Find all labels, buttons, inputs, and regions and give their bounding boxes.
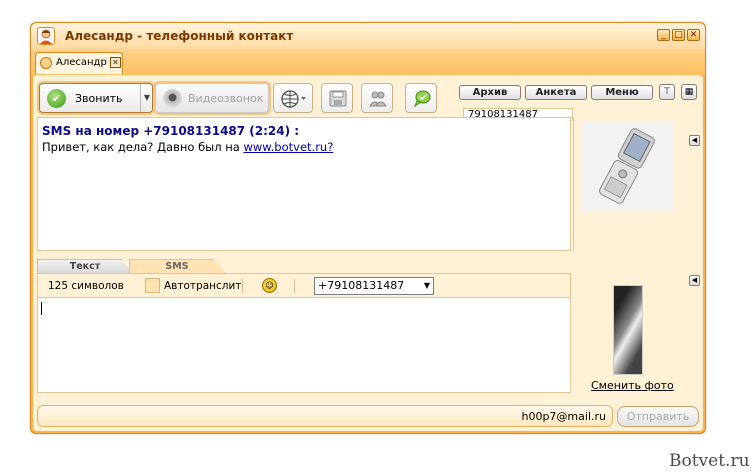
globe-icon bbox=[281, 90, 306, 108]
menu-button[interactable]: Меню bbox=[591, 85, 653, 100]
profile-button[interactable]: Анкета bbox=[525, 85, 587, 100]
message-link[interactable]: www.botvet.ru? bbox=[243, 140, 333, 154]
mobile-phone-image bbox=[581, 121, 673, 211]
close-button[interactable]: ✕ bbox=[687, 29, 700, 41]
message-history[interactable]: SMS на номер +79108131487 (2:24) : Приве… bbox=[37, 117, 571, 251]
chevron-down-icon: ▼ bbox=[423, 281, 430, 290]
phone-number-select[interactable]: +79108131487 ▼ bbox=[314, 277, 434, 295]
tab-close-icon[interactable]: ✕ bbox=[110, 57, 121, 68]
save-button[interactable] bbox=[321, 83, 353, 113]
translit-label: Автотранслит bbox=[164, 280, 242, 292]
message-text: Привет, как дела? Давно был на bbox=[42, 140, 244, 154]
maximize-button[interactable]: □ bbox=[672, 29, 685, 41]
title-bar[interactable]: Алесандр - телефонный контакт _ □ ✕ bbox=[31, 23, 705, 49]
watermark: Botvet.ru bbox=[669, 451, 750, 471]
tab-strip: Алесандр ✕ bbox=[31, 49, 705, 75]
chevron-down-icon[interactable]: ▼ bbox=[140, 84, 153, 112]
tab-sms[interactable]: SMS bbox=[129, 259, 225, 273]
input-tabs: Текст SMS bbox=[37, 259, 571, 273]
phone-select-value: +79108131487 bbox=[318, 279, 405, 292]
save-icon bbox=[329, 90, 347, 107]
webcam-icon bbox=[163, 89, 182, 108]
text-caret bbox=[41, 302, 42, 315]
archive-button[interactable]: Архив bbox=[459, 85, 521, 100]
separator bbox=[242, 279, 243, 293]
separator bbox=[294, 279, 295, 293]
contact-avatar-icon bbox=[37, 27, 55, 45]
message-body: Привет, как дела? Давно был на www.botve… bbox=[42, 140, 333, 154]
smiley-icon[interactable]: ☺ bbox=[262, 278, 277, 293]
call-button-label: Звонить bbox=[75, 92, 123, 105]
tab-text[interactable]: Текст bbox=[37, 259, 133, 273]
translit-checkbox[interactable] bbox=[145, 278, 160, 293]
window-title: Алесандр - телефонный контакт bbox=[65, 29, 294, 43]
call-button[interactable]: ✔ Звонить ▼ bbox=[39, 83, 153, 113]
change-photo-link[interactable]: Сменить фото bbox=[591, 379, 674, 392]
collapse-bottom-panel-icon[interactable]: ◀ bbox=[689, 275, 700, 286]
send-button[interactable]: Отправить bbox=[617, 406, 699, 427]
video-call-button[interactable]: Видеозвонок bbox=[155, 83, 269, 113]
message-bubble-icon bbox=[413, 90, 431, 108]
account-email: h00p7@mail.ru bbox=[521, 410, 606, 423]
message-header: SMS на номер +79108131487 (2:24) : bbox=[42, 124, 300, 138]
tab-contact[interactable]: Алесандр ✕ bbox=[35, 52, 123, 74]
main-panel: ✔ Звонить ▼ Видеозвонок Архив Анкета Мен… bbox=[33, 75, 703, 431]
contacts-button[interactable] bbox=[361, 83, 393, 113]
message-input[interactable] bbox=[37, 297, 571, 393]
pin-icon[interactable]: ⊤ bbox=[659, 84, 675, 100]
video-call-label: Видеозвонок bbox=[188, 92, 264, 105]
phone-icon: ✔ bbox=[47, 89, 66, 108]
contact-window: Алесандр - телефонный контакт _ □ ✕ Алес… bbox=[30, 22, 706, 434]
collapse-top-panel-icon[interactable]: ◀ bbox=[689, 135, 700, 146]
status-field: h00p7@mail.ru bbox=[37, 405, 613, 427]
sms-button[interactable] bbox=[405, 83, 437, 113]
character-count: 125 символов bbox=[48, 280, 124, 292]
users-icon bbox=[369, 90, 387, 107]
user-photo bbox=[613, 285, 643, 375]
grid-icon[interactable]: ▦ bbox=[681, 84, 697, 100]
minimize-button[interactable]: _ bbox=[657, 29, 670, 41]
sms-toolbar: 125 символов Автотранслит ☺ +79108131487… bbox=[37, 273, 571, 297]
globe-button[interactable] bbox=[273, 83, 313, 113]
tab-label: Алесандр bbox=[56, 57, 107, 68]
contact-tab-avatar-icon bbox=[40, 57, 52, 69]
